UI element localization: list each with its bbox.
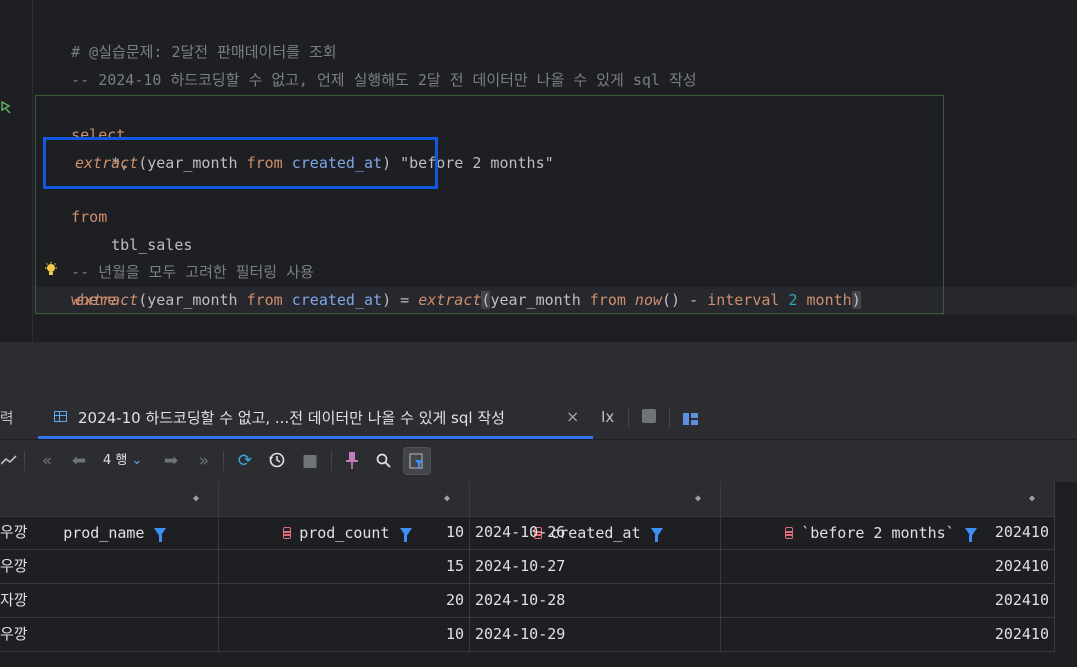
active-tab-indicator xyxy=(38,436,593,439)
column-header-prod-count[interactable]: prod_count ◆ xyxy=(219,482,470,542)
panel-splitter[interactable] xyxy=(0,342,1077,397)
results-tab-bar: 출력 2024-10 하드코딩할 수 없고, ...전 데이터만 나올 수 있게… xyxy=(0,397,1077,440)
cell-prod-name[interactable]: 우깡 xyxy=(0,618,219,651)
cell-prod-count[interactable]: 20 xyxy=(219,584,470,617)
table-icon xyxy=(54,411,67,422)
run-gutter-icon[interactable] xyxy=(0,100,12,116)
cond-arg-left: (year_month xyxy=(138,291,247,309)
cond-column: created_at xyxy=(282,291,383,309)
cell-created-at[interactable]: 2024-10-29 xyxy=(470,618,721,651)
search-icon[interactable] xyxy=(373,440,395,482)
chart-icon[interactable] xyxy=(0,440,18,482)
table-row[interactable]: 우깡 10 2024-10-29 202410 xyxy=(0,618,1055,652)
cell-created-at[interactable]: 2024-10-26 xyxy=(470,516,721,549)
bracket-close: ) xyxy=(851,291,861,309)
cell-created-at[interactable]: 2024-10-27 xyxy=(470,550,721,583)
toolbar-separator xyxy=(24,451,25,471)
cell-prod-name[interactable]: 우깡 xyxy=(0,516,219,549)
keyword-interval: interval xyxy=(707,291,780,309)
code-line-select: select xyxy=(35,95,125,144)
cond-arg-right: year_month xyxy=(490,291,590,309)
function-extract-left: extract xyxy=(75,291,139,309)
cell-prod-count[interactable]: 10 xyxy=(219,618,470,651)
code-line-1: # @실습문제: 2달전 판매데이터를 조회 xyxy=(35,12,336,61)
code-line-condition: extract(year_month from created_at) = ex… xyxy=(75,287,861,314)
cell-before-2-months[interactable]: 202410 xyxy=(721,618,1055,651)
sort-icon[interactable]: ◆ xyxy=(193,482,199,516)
keyword-from-right: from xyxy=(589,291,626,309)
table-row[interactable]: 우깡 15 2024-10-27 202410 xyxy=(0,550,1055,584)
keyword-month: month xyxy=(797,291,852,309)
lightbulb-icon[interactable] xyxy=(44,262,58,278)
tab-separator xyxy=(628,408,629,428)
cell-created-at[interactable]: 2024-10-28 xyxy=(470,584,721,617)
now-parens: () xyxy=(662,291,681,309)
row-count-selector[interactable]: 4 행 ⌄ xyxy=(103,440,142,482)
sort-icon[interactable]: ◆ xyxy=(1029,482,1035,516)
stop-icon[interactable]: ■ xyxy=(299,440,321,482)
layout-icon[interactable] xyxy=(683,410,698,425)
cell-prod-name[interactable]: 자깡 xyxy=(0,584,219,617)
column-header-created-at[interactable]: created_at ◆ xyxy=(470,482,721,542)
history-icon[interactable] xyxy=(266,440,288,482)
results-toolbar: « ⬅ 4 행 ⌄ ➡ » ⟳ ■ xyxy=(0,440,1077,482)
grid-header: prod_name ◆ prod_count ◆ created_at ◆ `b… xyxy=(0,482,1055,542)
previous-page-icon[interactable]: ⬅ xyxy=(68,440,90,482)
filter-icon[interactable] xyxy=(403,447,431,475)
results-grid[interactable]: prod_name ◆ prod_count ◆ created_at ◆ `b… xyxy=(0,482,1077,667)
stop-icon[interactable] xyxy=(642,409,656,423)
code-line-comment3: -- 년월을 모두 고려한 필터링 사용 xyxy=(35,232,314,281)
cell-prod-count[interactable]: 15 xyxy=(219,550,470,583)
interval-number: 2 xyxy=(779,291,798,309)
row-count-label: 4 행 xyxy=(103,453,128,468)
tab-extra-label[interactable]: Ix xyxy=(601,397,614,439)
refresh-icon[interactable]: ⟳ xyxy=(234,440,256,482)
column-header-prod-name[interactable]: prod_name ◆ xyxy=(0,482,219,542)
table-row[interactable]: 자깡 20 2024-10-28 202410 xyxy=(0,584,1055,618)
sort-icon[interactable]: ◆ xyxy=(695,482,701,516)
function-now: now xyxy=(625,291,663,309)
toolbar-separator xyxy=(223,451,224,471)
cell-prod-count[interactable]: 10 xyxy=(219,516,470,549)
code-line-2: -- 2024-10 하드코딩할 수 없고, 언제 실행해도 2달 전 데이터만… xyxy=(35,40,696,89)
tab-separator xyxy=(669,408,670,428)
first-page-icon[interactable]: « xyxy=(36,440,58,482)
pin-icon[interactable] xyxy=(341,440,363,482)
next-page-icon[interactable]: ➡ xyxy=(160,440,182,482)
minus-operator: - xyxy=(680,291,708,309)
cell-before-2-months[interactable]: 202410 xyxy=(721,516,1055,549)
chevron-down-icon: ⌄ xyxy=(131,453,143,468)
cell-prod-name[interactable]: 우깡 xyxy=(0,550,219,583)
cond-equals: ) = xyxy=(382,291,419,309)
sort-icon[interactable]: ◆ xyxy=(444,482,450,516)
table-row[interactable]: 우깡 10 2024-10-26 202410 xyxy=(0,516,1055,550)
column-header-before-2-months[interactable]: `before 2 months` ◆ xyxy=(721,482,1055,542)
function-extract-right: extract xyxy=(418,291,482,309)
toolbar-separator xyxy=(331,451,332,471)
code-line-semicolon: ; xyxy=(35,315,80,342)
sql-editor[interactable]: # @실습문제: 2달전 판매데이터를 조회 -- 2024-10 하드코딩할 … xyxy=(0,0,1077,342)
cell-before-2-months[interactable]: 202410 xyxy=(721,584,1055,617)
last-page-icon[interactable]: » xyxy=(193,440,215,482)
close-icon[interactable]: × xyxy=(566,397,579,439)
tab-query-result[interactable]: 2024-10 하드코딩할 수 없고, ...전 데이터만 나올 수 있게 sq… xyxy=(38,397,593,439)
comment-description: -- 2024-10 하드코딩할 수 없고, 언제 실행해도 2달 전 데이터만… xyxy=(71,71,697,89)
annotation-highlight-box xyxy=(43,137,438,189)
keyword-from-left: from xyxy=(246,291,283,309)
cell-before-2-months[interactable]: 202410 xyxy=(721,550,1055,583)
tab-output[interactable]: 출력 xyxy=(0,397,14,439)
tab-query-result-label: 2024-10 하드코딩할 수 없고, ...전 데이터만 나올 수 있게 sq… xyxy=(78,409,505,427)
code-line-table: tbl_sales xyxy=(75,205,192,254)
